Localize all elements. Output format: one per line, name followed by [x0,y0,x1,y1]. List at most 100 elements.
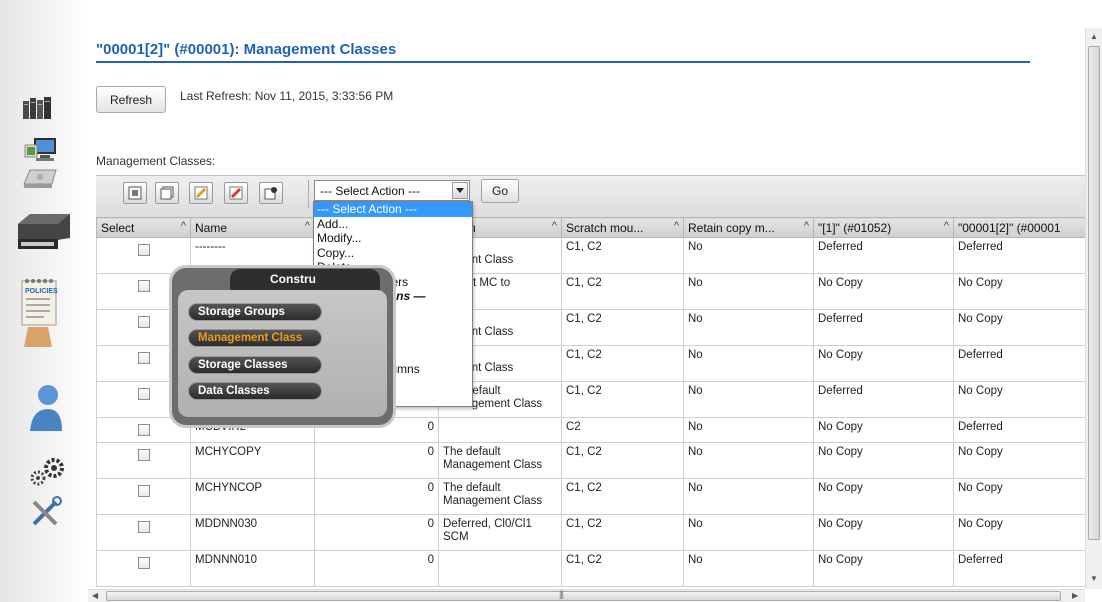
row-checkbox[interactable] [137,352,150,364]
menu-option[interactable]: Add... [314,217,472,232]
table-header-row: Select^ Name^ ription^ Scratch mou...^ R… [96,217,1087,238]
cluster1-copy-cell: Deferred [813,309,954,346]
menu-item-data-classes[interactable]: Data Classes [188,382,322,400]
scratch-mount-cell: C1, C2 [561,550,684,587]
scratch-mount-cell: C1, C2 [561,309,684,346]
constructs-menu-body: Storage Groups Management Class Storage … [178,290,387,417]
tools-icon[interactable] [30,496,62,528]
retain-copy-cell: No [683,514,814,551]
sort-icon: ^ [304,220,310,232]
cluster2-copy-cell: No Copy [953,273,1087,310]
column-header[interactable]: Name ^ [190,217,315,238]
select-checkbox [96,514,191,551]
deselect-all-button[interactable] [155,182,179,204]
row-checkbox[interactable] [137,424,150,436]
title-divider [96,61,1030,63]
cluster2-copy-cell: No Copy [953,478,1087,515]
retain-copy-cell: No [683,345,814,382]
clear-sorts-button[interactable] [224,182,248,204]
menu-option[interactable]: Copy... [314,246,472,261]
column-header[interactable]: Scratch mou... ^ [561,217,684,238]
row-checkbox[interactable] [137,388,150,400]
menu-option[interactable]: Modify... [314,231,472,246]
select-checkbox [96,442,191,479]
configure-columns-button[interactable] [259,182,283,204]
scratch-mount-cell: C2 [561,417,684,443]
cluster1-copy-cell: No Copy [813,442,954,479]
cluster1-copy-cell: Deferred [813,381,954,418]
table-row[interactable]: MCHYCOPY 0 The default Management Class C1,… [96,442,1087,479]
vertical-scroll-thumb[interactable] [1088,46,1100,540]
toolbar-separator [308,180,309,208]
scratch-mount-cell: C1, C2 [561,442,684,479]
row-checkbox[interactable] [137,557,150,569]
menu-item-management-classes[interactable]: Management Class [188,329,322,347]
select-checkbox [96,550,191,587]
scratch-mount-cell: C1, C2 [561,514,684,551]
sort-icon: ^ [551,220,557,232]
row-checkbox[interactable] [137,485,150,497]
horizontal-scroll-thumb[interactable]: ||| [106,589,1061,601]
name-cell: MCHYNCOP [190,478,315,515]
cluster1-copy-cell: No Copy [813,514,954,551]
column-header[interactable]: Retain copy m... ^ [683,217,814,238]
row-checkbox[interactable] [137,316,150,328]
row-checkbox[interactable] [137,449,150,461]
menu-option[interactable]: --- Select Action --- [314,202,472,217]
select-checkbox [96,237,191,274]
column-header[interactable]: Select ^ [96,217,191,238]
left-navigation: POLICIES [0,0,90,602]
go-button[interactable]: Go [481,179,519,203]
table-row[interactable]: MCHYNCOP 0 The default Management Class C1,… [96,478,1087,515]
edit-sort-icon [194,186,208,200]
table-row[interactable]: MDNNN010 0 C1, C2 No No Copy Deferred [96,550,1087,587]
scroll-up-icon[interactable]: ▲ [1090,32,1098,41]
select-checkbox [96,478,191,515]
count-cell: 0 [314,514,439,551]
scroll-left-icon[interactable]: ◀ [92,591,98,600]
count-cell: 0 [314,478,439,515]
policies-icon[interactable]: POLICIES [18,277,64,349]
scroll-right-icon[interactable]: ▶ [1072,591,1078,600]
clear-sorts-icon [229,186,243,200]
menu-item-storage-classes[interactable]: Storage Classes [188,356,322,374]
tape-library-icon[interactable] [16,212,72,252]
refresh-button[interactable]: Refresh [96,86,166,113]
name-cell: MDNNN010 [190,550,315,587]
vertical-scrollbar[interactable]: ▲ ▼ [1085,28,1102,589]
cluster2-copy-cell: No Copy [953,514,1087,551]
scratch-mount-cell: C1, C2 [561,273,684,310]
select-action-dropdown[interactable]: --- Select Action --- [314,180,470,201]
count-cell: 0 [314,442,439,479]
configure-columns-icon [264,187,277,200]
horizontal-scrollbar[interactable]: ◀ ||| ▶ [88,589,1085,602]
select-all-button[interactable] [123,182,147,204]
row-checkbox[interactable] [137,521,150,533]
column-header[interactable]: "00001[2]" (#00001 [953,217,1087,238]
section-label: Management Classes: [96,154,216,168]
column-header[interactable]: "[1]" (#01052) ^ [813,217,954,238]
cluster2-copy-cell: Deferred [953,237,1087,274]
menu-item-storage-groups[interactable]: Storage Groups [188,303,322,321]
name-cell: MDDNN030 [190,514,315,551]
scratch-mount-cell: C1, C2 [561,345,684,382]
scroll-down-icon[interactable]: ▼ [1090,574,1098,583]
row-checkbox[interactable] [137,244,150,256]
gears-icon[interactable] [28,456,68,486]
sort-icon: ^ [673,220,679,232]
page-title: "00001[2]" (#00001): Management Classes [96,41,397,58]
table-row[interactable]: MDDNN030 0 Deferred, Cl0/Cl1 SCM C1, C2 No No… [96,514,1087,551]
server-rack-icon[interactable] [22,95,52,121]
deselect-all-icon [160,186,174,200]
user-icon[interactable] [28,383,64,433]
row-checkbox[interactable] [137,280,150,292]
disk-drive-icon[interactable] [22,168,60,190]
cluster2-copy-cell: Deferred [953,345,1087,382]
cluster2-copy-cell: No Copy [953,381,1087,418]
monitor-icon[interactable] [24,137,58,163]
retain-copy-cell: No [683,478,814,515]
chevron-down-icon[interactable] [452,182,468,199]
retain-copy-cell: No [683,237,814,274]
svg-text:POLICIES: POLICIES [25,288,58,295]
edit-sort-button[interactable] [189,182,213,204]
